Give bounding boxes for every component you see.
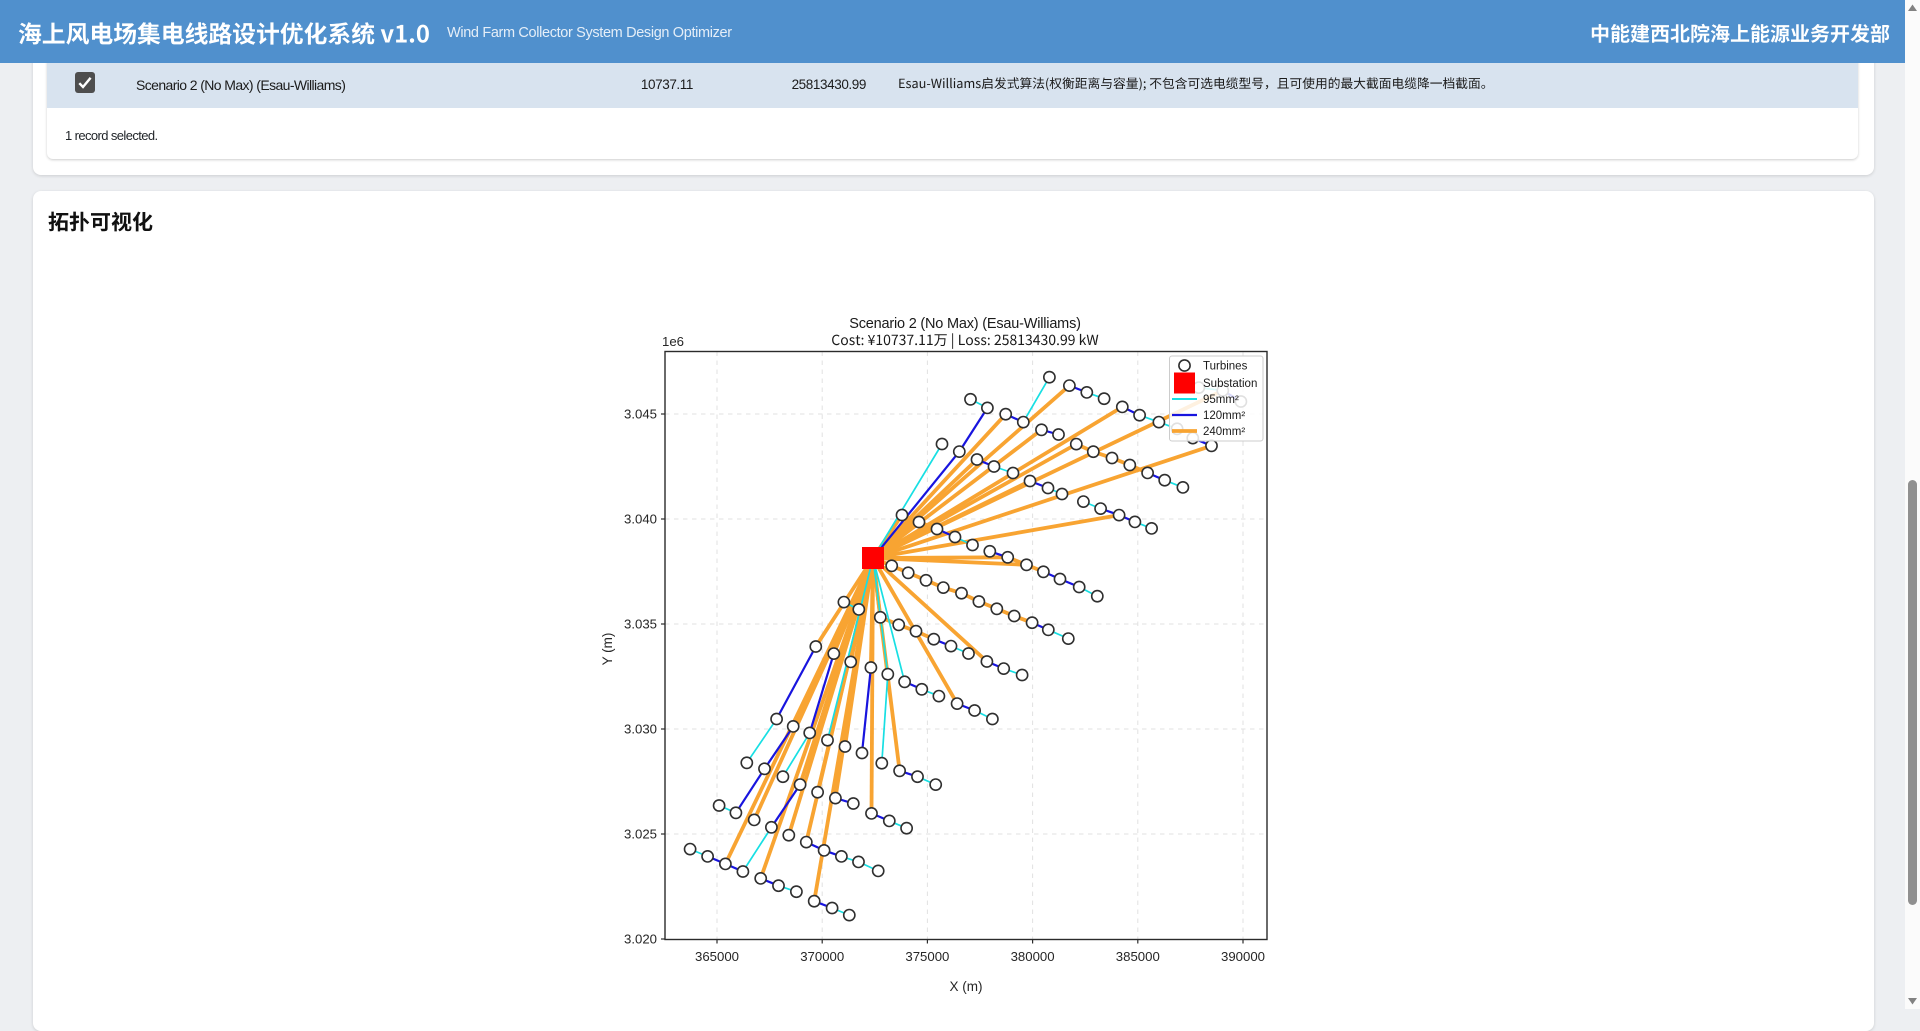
svg-text:380000: 380000	[1011, 949, 1055, 964]
svg-text:240mm²: 240mm²	[1203, 426, 1245, 438]
svg-text:3.040: 3.040	[624, 512, 657, 527]
svg-text:Scenario 2 (No Max) (Esau-Will: Scenario 2 (No Max) (Esau-Williams)	[849, 316, 1081, 332]
svg-text:Turbines: Turbines	[1203, 361, 1248, 373]
svg-text:3.020: 3.020	[624, 932, 657, 947]
svg-text:3.045: 3.045	[624, 407, 657, 422]
svg-text:3.030: 3.030	[624, 722, 657, 737]
svg-text:1e6: 1e6	[662, 334, 684, 349]
svg-text:3.035: 3.035	[624, 617, 657, 632]
svg-text:X (m): X (m)	[950, 979, 983, 994]
svg-text:370000: 370000	[800, 949, 844, 964]
svg-text:Substation: Substation	[1203, 378, 1257, 390]
svg-text:120mm²: 120mm²	[1203, 410, 1245, 422]
svg-text:95mm²: 95mm²	[1203, 394, 1239, 406]
svg-text:Y (m): Y (m)	[600, 633, 615, 666]
svg-text:3.025: 3.025	[624, 827, 657, 842]
svg-text:390000: 390000	[1221, 949, 1265, 964]
svg-text:365000: 365000	[695, 949, 739, 964]
svg-text:375000: 375000	[905, 949, 949, 964]
svg-text:385000: 385000	[1116, 949, 1160, 964]
